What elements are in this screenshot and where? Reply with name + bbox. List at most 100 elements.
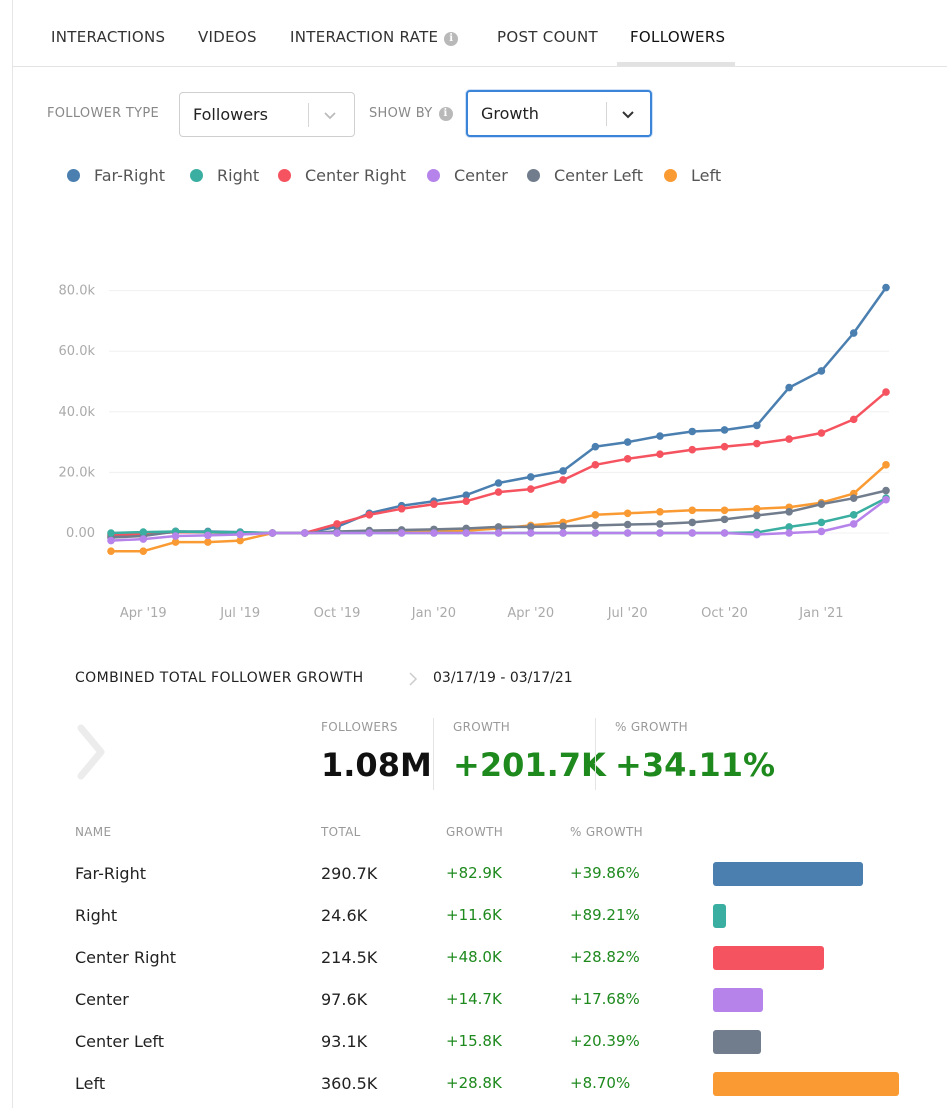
table-row[interactable]: Left 360.5K +28.8K +8.70%: [13, 1064, 947, 1104]
data-point: [204, 531, 212, 540]
legend-item-far-right[interactable]: Far-Right: [67, 166, 165, 185]
legend-item-right[interactable]: Right: [190, 166, 259, 185]
followers-line-chart: 0.00 20.0k 40.0k 60.0k 80.0k Apr '19 Jul '19 Oc…: [59, 283, 890, 621]
data-point: [882, 486, 890, 495]
chevron-right-icon[interactable]: [73, 722, 109, 782]
tab-bar: INTERACTIONS VIDEOS INTERACTION RATE i PO…: [13, 0, 947, 67]
data-point: [591, 461, 600, 469]
stat-label: FOLLOWERS: [321, 720, 398, 734]
data-point: [849, 520, 858, 528]
data-point: [365, 511, 374, 519]
data-point: [333, 520, 341, 528]
cell-pct-growth: +89.21%: [570, 906, 640, 924]
data-point: [688, 529, 697, 537]
data-point: [559, 529, 567, 537]
data-point: [494, 488, 503, 496]
data-point: [333, 529, 341, 537]
data-point: [817, 518, 826, 527]
data-point: [591, 442, 600, 451]
info-icon[interactable]: i: [438, 107, 453, 121]
legend-label: Right: [217, 166, 260, 185]
cell-total: 214.5K: [321, 948, 378, 967]
legend-item-center-left[interactable]: Center Left: [527, 166, 643, 185]
data-point: [720, 529, 729, 537]
table-row[interactable]: Center 97.6K +14.7K +17.68%: [13, 980, 947, 1020]
legend-item-center[interactable]: Center: [427, 166, 508, 185]
data-point: [526, 485, 535, 493]
legend-dot: [427, 169, 440, 182]
show-by-label: SHOW BY i: [369, 106, 453, 121]
data-point: [720, 515, 729, 524]
data-point: [139, 547, 148, 555]
divider: [433, 718, 434, 790]
cell-total: 93.1K: [321, 1032, 368, 1051]
legend-item-left[interactable]: Left: [664, 166, 721, 185]
info-icon[interactable]: i: [444, 32, 459, 46]
data-point: [397, 529, 406, 537]
share-bar: [713, 904, 726, 928]
stat-label: GROWTH: [453, 720, 511, 734]
cell-total: 290.7K: [321, 864, 378, 883]
data-point: [623, 509, 632, 518]
follower-type-value: Followers: [193, 105, 268, 124]
date-range: 03/17/19 - 03/17/21: [433, 670, 573, 686]
data-point: [494, 479, 503, 487]
data-point: [236, 530, 244, 539]
tab-followers[interactable]: FOLLOWERS: [630, 28, 725, 46]
column-header-pct-growth: % GROWTH: [570, 825, 643, 839]
cell-growth: +14.7K: [446, 990, 502, 1008]
data-point: [559, 467, 567, 475]
data-point: [882, 388, 890, 396]
cell-pct-growth: +28.82%: [570, 948, 640, 966]
data-point: [526, 529, 535, 537]
stat-pct-growth: % GROWTH +34.11%: [615, 718, 785, 790]
data-point: [591, 529, 600, 537]
data-point: [365, 529, 374, 537]
cell-pct-growth: +8.70%: [570, 1074, 631, 1092]
chevron-right-icon: [409, 672, 418, 686]
table-row[interactable]: Center Left 93.1K +15.8K +20.39%: [13, 1022, 947, 1062]
show-by-select[interactable]: Growth: [466, 90, 652, 137]
data-point: [107, 529, 115, 537]
cell-pct-growth: +20.39%: [570, 1032, 640, 1050]
legend-dot: [664, 169, 677, 182]
divider: [595, 718, 596, 790]
series-line-left: [111, 463, 887, 553]
tab-post-count[interactable]: POST COUNT: [497, 28, 598, 46]
summary-title: COMBINED TOTAL FOLLOWER GROWTH: [75, 670, 364, 686]
data-point: [623, 529, 632, 537]
x-tick-label: Apr '19: [120, 606, 167, 621]
stat-value: +201.7K: [453, 746, 606, 784]
data-point: [753, 421, 761, 430]
legend-label: Center Left: [554, 166, 644, 185]
table-row[interactable]: Center Right 214.5K +48.0K +28.82%: [13, 938, 947, 978]
data-point: [849, 494, 858, 502]
y-tick-label: 20.0k: [59, 465, 96, 480]
legend-item-center-right[interactable]: Center Right: [278, 166, 406, 185]
table-row[interactable]: Far-Right 290.7K +82.9K +39.86%: [13, 854, 947, 894]
table-row[interactable]: Right 24.6K +11.6K +89.21%: [13, 896, 947, 936]
share-bar: [713, 1030, 761, 1054]
follower-type-select[interactable]: Followers: [179, 92, 355, 137]
data-point: [849, 511, 858, 519]
tab-label: VIDEOS: [198, 28, 257, 46]
cell-name: Far-Right: [75, 864, 146, 883]
legend-dot: [527, 169, 540, 182]
tab-label: FOLLOWERS: [630, 28, 726, 46]
stat-label: % GROWTH: [615, 720, 688, 734]
select-divider: [308, 103, 309, 127]
cell-growth: +82.9K: [446, 864, 502, 882]
data-point: [591, 511, 600, 519]
x-tick-label: Jul '20: [607, 606, 648, 621]
stat-followers: FOLLOWERS 1.08M: [321, 718, 432, 790]
y-tick-label: 60.0k: [59, 344, 96, 359]
tab-interactions[interactable]: INTERACTIONS: [51, 28, 165, 46]
cell-growth: +15.8K: [446, 1032, 502, 1050]
tab-interaction-rate[interactable]: INTERACTION RATE i: [290, 28, 459, 46]
stat-value: 1.08M: [321, 746, 432, 784]
data-point: [656, 432, 664, 440]
x-tick-label: Apr '20: [507, 606, 554, 621]
y-tick-label: 80.0k: [59, 284, 96, 299]
data-point: [882, 283, 890, 292]
tab-videos[interactable]: VIDEOS: [198, 28, 257, 46]
